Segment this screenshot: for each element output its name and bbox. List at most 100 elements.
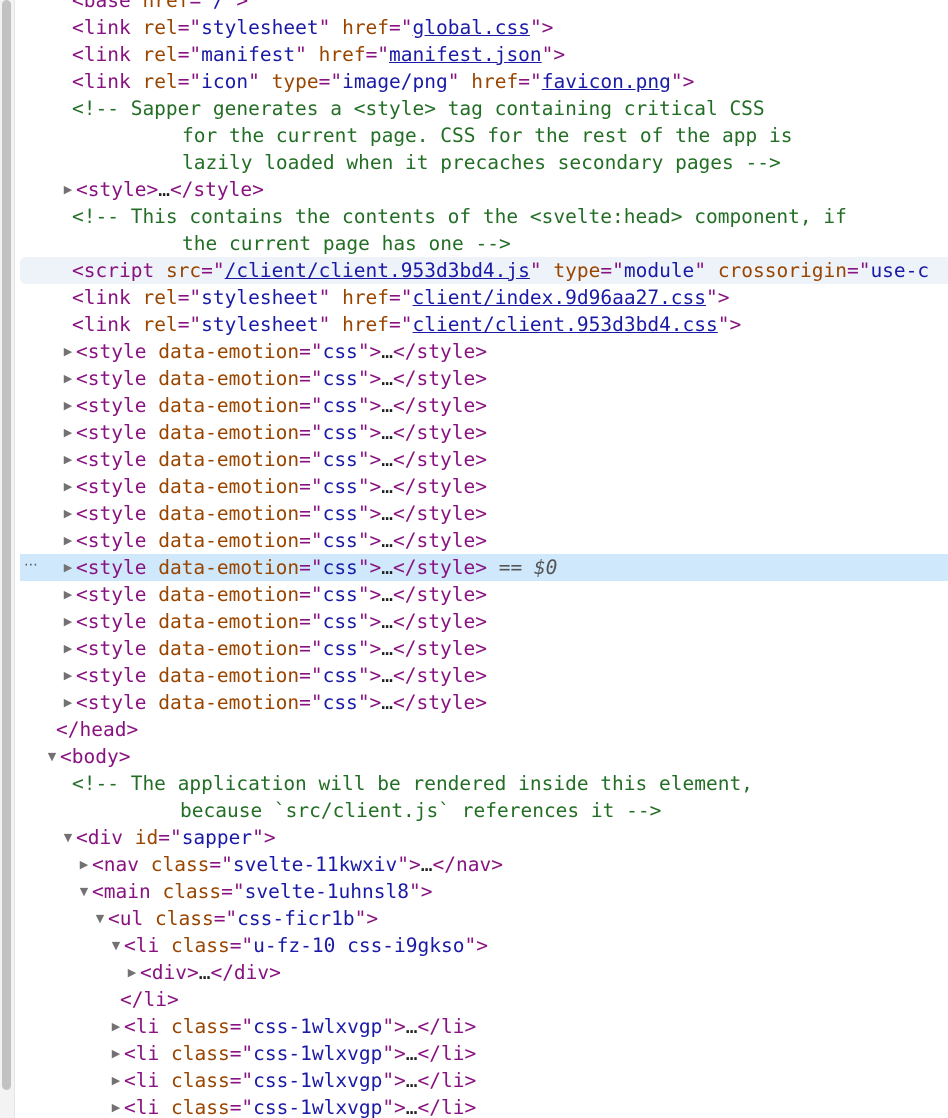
expand-triangle-down-icon[interactable]: ▼	[62, 824, 74, 851]
dom-node-line[interactable]: <!-- Sapper generates a <style> tag cont…	[20, 95, 948, 122]
expand-triangle-right-icon[interactable]: ▶	[62, 500, 74, 527]
expand-triangle-down-icon[interactable]: ▼	[110, 932, 122, 959]
expand-triangle-right-icon[interactable]: ▶	[62, 662, 74, 689]
dom-node-line[interactable]: the current page has one -->	[20, 230, 948, 257]
node-markup: <li class="css-1wlxvgp">…</li>	[124, 1094, 476, 1118]
tag-token: ="	[177, 43, 202, 66]
expand-triangle-right-icon[interactable]: ▶	[62, 581, 74, 608]
dom-node-line[interactable]: <link rel="stylesheet" href="global.css"…	[20, 14, 948, 41]
expand-triangle-right-icon[interactable]: ▶	[62, 473, 74, 500]
tag-token: ="	[177, 286, 202, 309]
dom-node-line[interactable]: ▶ <style data-emotion="css">…</style>	[20, 689, 948, 716]
node-markup: <!-- This contains the contents of the <…	[72, 203, 847, 230]
dom-node-line[interactable]: ▶ <style data-emotion="css">…</style>	[20, 608, 948, 635]
attr-link[interactable]: manifest.json	[389, 43, 542, 66]
dom-node-line[interactable]: ▶ <style data-emotion="css">…</style>	[20, 527, 948, 554]
tag-token: "	[295, 43, 307, 66]
dom-node-line[interactable]: ▶ <style data-emotion="css">…</style>	[20, 662, 948, 689]
expand-triangle-right-icon[interactable]: ▶	[126, 959, 138, 986]
expand-triangle-right-icon[interactable]: ▶	[62, 689, 74, 716]
text-token: …	[381, 475, 394, 498]
expand-triangle-right-icon[interactable]: ▶	[62, 446, 74, 473]
vertical-scrollbar[interactable]	[0, 0, 15, 1118]
tag-token: </style>	[393, 367, 487, 390]
dom-node-line[interactable]: ▼ <div id="sapper">	[20, 824, 948, 851]
dom-node-line[interactable]: ▶ <li class="css-1wlxvgp">…</li>	[20, 1013, 948, 1040]
expand-triangle-right-icon[interactable]: ▶	[62, 338, 74, 365]
dom-node-line[interactable]: <link rel="icon" type="image/png" href="…	[20, 68, 948, 95]
attr-link[interactable]: /client/client.953d3bd4.js	[225, 259, 530, 282]
dom-node-line[interactable]: ▶ <style data-emotion="css">…</style>	[20, 473, 948, 500]
dom-node-line[interactable]: </li>	[20, 986, 948, 1013]
dom-node-line[interactable]: ▶ <style data-emotion="css">…</style>	[20, 581, 948, 608]
dom-node-line[interactable]: <script src="/client/client.953d3bd4.js"…	[20, 257, 948, 284]
dom-node-selected[interactable]: ⋯ ▶ <style data-emotion="css">…</style> ==…	[20, 554, 948, 581]
dom-node-line[interactable]: ▶ <style data-emotion="css">…</style>	[20, 446, 948, 473]
expand-triangle-right-icon[interactable]: ▶	[110, 1040, 122, 1067]
expand-triangle-right-icon[interactable]: ▶	[62, 419, 74, 446]
dom-node-line[interactable]: ▶ <style data-emotion="css">…</style>	[20, 338, 948, 365]
dom-node-line[interactable]: </head>	[20, 716, 948, 743]
dom-node-line[interactable]: <link rel="stylesheet" href="client/clie…	[20, 311, 948, 338]
expand-triangle-right-icon[interactable]: ▶	[62, 176, 74, 203]
dom-node-line[interactable]: ▼ <ul class="css-ficr1b">	[20, 905, 948, 932]
attr-link[interactable]: favicon.png	[542, 70, 671, 93]
attr-link[interactable]: client/index.9d96aa27.css	[413, 286, 707, 309]
tag-token: ="	[846, 259, 871, 282]
expand-triangle-right-icon[interactable]: ▶	[62, 527, 74, 554]
attr-name: class	[170, 934, 230, 957]
dom-node-line[interactable]: ▼ <body>	[20, 743, 948, 770]
node-markup: <!-- Sapper generates a <style> tag cont…	[72, 95, 765, 122]
comment-text: <!-- The application will be rendered in…	[72, 772, 753, 795]
attr-name: class	[170, 1042, 230, 1065]
expand-triangle-right-icon[interactable]: ▶	[78, 851, 90, 878]
dom-node-line[interactable]: ▶ <li class="css-1wlxvgp">…</li>	[20, 1094, 948, 1118]
dom-node-line[interactable]: ▶ <li class="css-1wlxvgp">…</li>	[20, 1040, 948, 1067]
dom-node-line[interactable]: because `src/client.js` references it --…	[20, 797, 948, 824]
dom-node-line[interactable]: ▶ <style data-emotion="css">…</style>	[20, 419, 948, 446]
expand-triangle-right-icon[interactable]: ▶	[62, 392, 74, 419]
expand-triangle-right-icon[interactable]: ▶	[110, 1067, 122, 1094]
expand-triangle-down-icon[interactable]: ▼	[94, 905, 106, 932]
expand-triangle-down-icon[interactable]: ▼	[78, 878, 90, 905]
attr-link[interactable]: client/client.953d3bd4.css	[413, 313, 718, 336]
expand-triangle-down-icon[interactable]: ▼	[46, 743, 58, 770]
expand-triangle-right-icon[interactable]: ▶	[110, 1094, 122, 1118]
dom-node-line[interactable]: <!-- This contains the contents of the <…	[20, 203, 948, 230]
tag-token: </style>	[393, 502, 487, 525]
tag-token: ">	[464, 934, 488, 957]
dom-node-line[interactable]: lazily loaded when it precaches secondar…	[20, 149, 948, 176]
dom-node-line[interactable]: ▶ <li class="css-1wlxvgp">…</li>	[20, 1067, 948, 1094]
expand-triangle-right-icon[interactable]: ▶	[62, 365, 74, 392]
expand-triangle-right-icon[interactable]: ▶	[110, 1013, 122, 1040]
node-markup: </head>	[56, 716, 138, 743]
tag-token: ="	[229, 934, 254, 957]
expand-triangle-right-icon[interactable]: ▶	[62, 635, 74, 662]
dom-node-line[interactable]: ▶ <div>…</div>	[20, 959, 948, 986]
dom-node-line[interactable]: <!-- The application will be rendered in…	[20, 770, 948, 797]
tag-token: ">	[357, 610, 382, 633]
expand-triangle-right-icon[interactable]: ▶	[62, 608, 74, 635]
tag-token: ="	[389, 16, 413, 39]
tag-token: ">	[357, 394, 382, 417]
dom-node-line[interactable]: ▶ <style data-emotion="css">…</style>	[20, 365, 948, 392]
expand-triangle-right-icon[interactable]: ▶	[62, 554, 74, 581]
dom-node-line[interactable]: <base href="/">	[20, 0, 948, 14]
attr-link[interactable]: global.css	[413, 16, 530, 39]
dom-node-line[interactable]: <link rel="stylesheet" href="client/inde…	[20, 284, 948, 311]
dom-node-line[interactable]: ▶ <style data-emotion="css">…</style>	[20, 635, 948, 662]
dom-node-line[interactable]: for the current page. CSS for the rest o…	[20, 122, 948, 149]
attr-value: stylesheet	[201, 286, 319, 309]
scrollbar-thumb[interactable]	[2, 0, 11, 1090]
dom-node-line[interactable]: ▶ <style>…</style>	[20, 176, 948, 203]
dom-node-line[interactable]: ▶ <style data-emotion="css">…</style>	[20, 392, 948, 419]
dom-node-line[interactable]: ▼ <main class="svelte-1uhnsl8">	[20, 878, 948, 905]
more-options-icon[interactable]: ⋯	[24, 554, 38, 579]
dom-node-line[interactable]: ▶ <style data-emotion="css">…</style>	[20, 500, 948, 527]
dom-node-line[interactable]: <link rel="manifest" href="manifest.json…	[20, 41, 948, 68]
dom-node-line[interactable]: ▶ <nav class="svelte-11kwxiv">…</nav>	[20, 851, 948, 878]
dom-node-line[interactable]: ▼ <li class="u-fz-10 css-i9gkso">	[20, 932, 948, 959]
